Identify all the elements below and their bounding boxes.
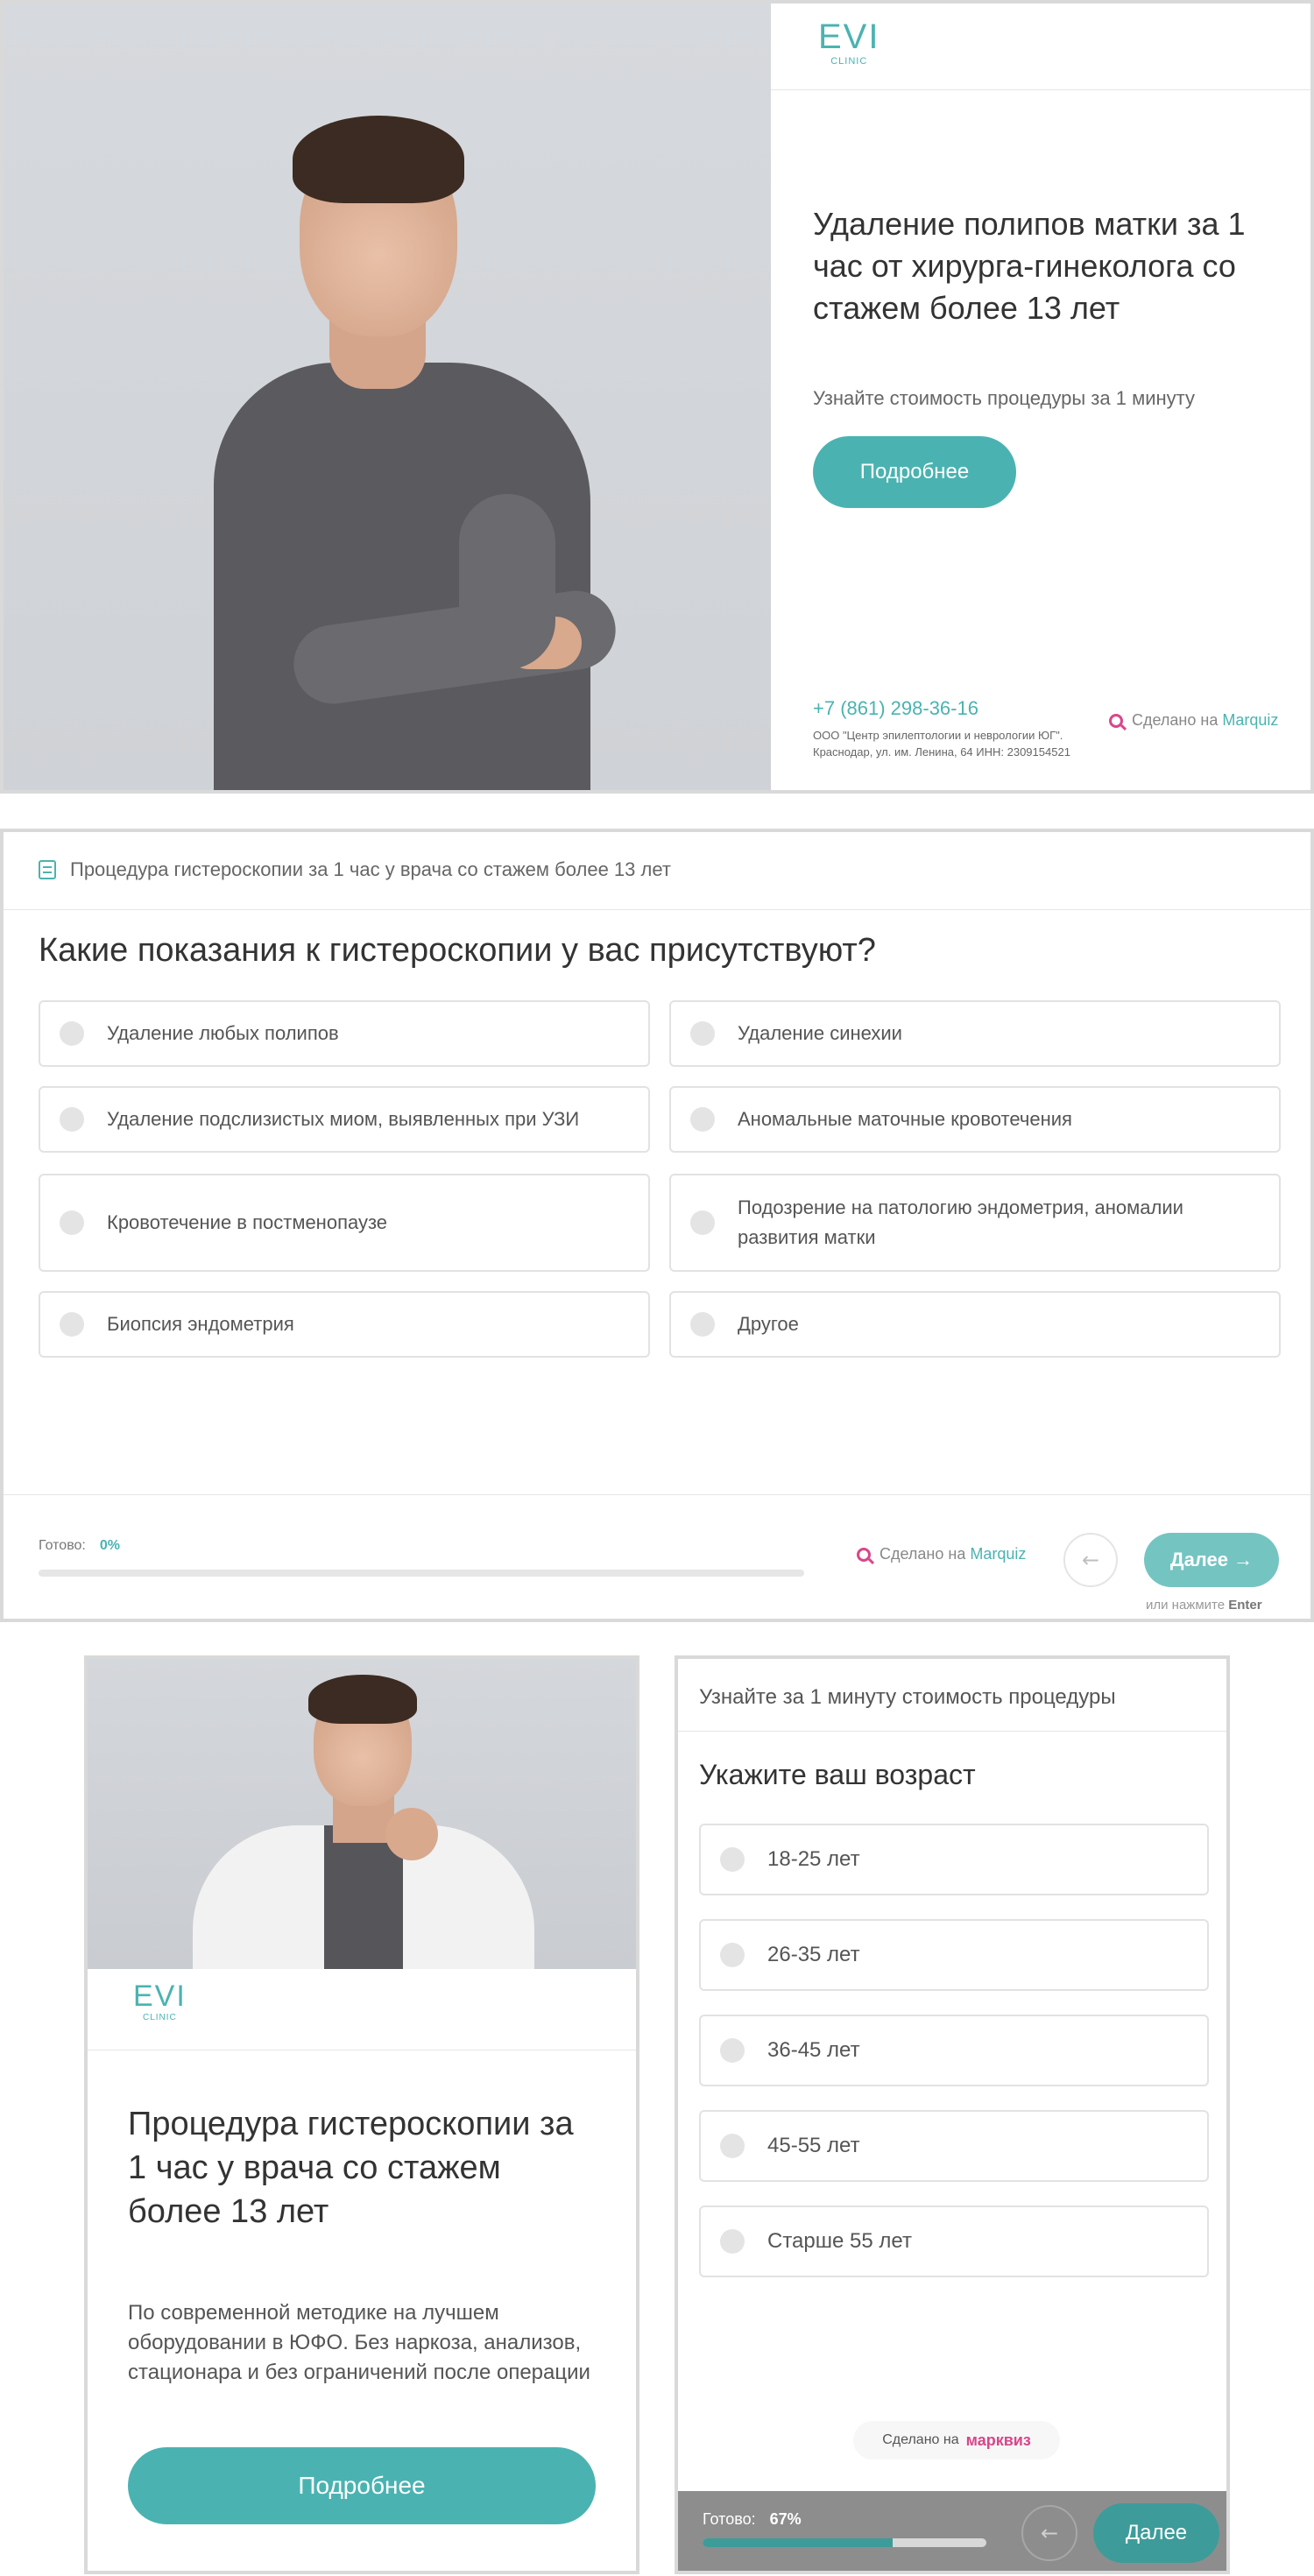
- radio-button[interactable]: [60, 1312, 84, 1337]
- document-icon: [39, 860, 56, 879]
- arrow-right-icon: →: [1233, 1549, 1254, 1570]
- company-info: ООО "Центр эпилептологии и неврологии ЮГ…: [813, 729, 1070, 759]
- made-with-marquiz[interactable]: Сделано на марквиз: [853, 2421, 1060, 2460]
- made-with-marquiz[interactable]: Сделано на Marquiz: [1109, 711, 1278, 730]
- divider: [678, 1731, 1226, 1732]
- page-title: Удаление полипов матки за 1 час от хирур…: [813, 206, 1246, 326]
- next-button[interactable]: Далее: [1093, 2503, 1219, 2563]
- landing-hero-desktop: EVI CLINIC Удаление полипов матки за 1 ч…: [0, 0, 1314, 794]
- landing-hero-mobile: EVI CLINIC Процедура гистероскопии за 1 …: [84, 1655, 639, 2574]
- radio-button[interactable]: [720, 1847, 745, 1872]
- radio-button[interactable]: [720, 2038, 745, 2063]
- radio-button[interactable]: [720, 1943, 745, 1967]
- option-remove-synechia[interactable]: Удаление синехии: [669, 1000, 1281, 1067]
- progress-label: Готово: 67%: [703, 2510, 802, 2528]
- radio-button[interactable]: [720, 2134, 745, 2158]
- option-age-26-35[interactable]: 26-35 лет: [699, 1919, 1209, 1991]
- progress-bar: [703, 2538, 986, 2547]
- radio-button[interactable]: [690, 1210, 715, 1235]
- arrow-left-icon: ←: [1081, 1548, 1100, 1572]
- hero-content: EVI CLINIC Удаление полипов матки за 1 ч…: [771, 4, 1310, 790]
- progress-label: Готово: 0%: [39, 1538, 120, 1553]
- radio-button[interactable]: [720, 2229, 745, 2254]
- option-other[interactable]: Другое: [669, 1291, 1281, 1358]
- page-description: По современной методике на лучшем оборуд…: [128, 2301, 590, 2384]
- more-button[interactable]: Подробнее: [128, 2447, 596, 2524]
- marquiz-icon: [1109, 713, 1123, 728]
- quiz-question: Какие показания к гистероскопии у вас пр…: [39, 932, 876, 969]
- option-age-18-25[interactable]: 18-25 лет: [699, 1824, 1209, 1895]
- option-postmenopause-bleeding[interactable]: Кровотечение в постменопаузе: [39, 1174, 650, 1272]
- marquiz-icon: [857, 1547, 871, 1562]
- back-button[interactable]: ←: [1063, 1533, 1118, 1587]
- quiz-header: Узнайте за 1 минуту стоимость процедуры: [699, 1685, 1116, 1709]
- page-title: Процедура гистероскопии за 1 час у врача…: [128, 2106, 574, 2230]
- progress-fill: [703, 2538, 894, 2547]
- divider: [771, 89, 1310, 90]
- made-with-marquiz[interactable]: Сделано на Marquiz: [857, 1545, 1026, 1563]
- arrow-left-icon: ←: [1040, 2521, 1059, 2545]
- radio-button[interactable]: [690, 1312, 715, 1337]
- divider: [4, 1494, 1310, 1495]
- evi-clinic-logo: EVI CLINIC: [818, 18, 880, 67]
- option-remove-myomas[interactable]: Удаление подслизистых миом, выявленных п…: [39, 1086, 650, 1153]
- option-age-55-plus[interactable]: Старше 55 лет: [699, 2205, 1209, 2277]
- evi-clinic-logo: EVI CLINIC: [133, 1980, 187, 2022]
- divider: [4, 909, 1310, 910]
- quiz-step-mobile: Узнайте за 1 минуту стоимость процедуры …: [675, 1655, 1230, 2574]
- radio-button[interactable]: [690, 1021, 715, 1046]
- doctor-photo: [4, 4, 771, 790]
- back-button[interactable]: ←: [1021, 2505, 1077, 2561]
- radio-button[interactable]: [60, 1021, 84, 1046]
- option-endometrium-pathology[interactable]: Подозрение на патологию эндометрия, аном…: [669, 1174, 1281, 1272]
- option-abnormal-bleeding[interactable]: Аномальные маточные кровотечения: [669, 1086, 1281, 1153]
- option-remove-polyps[interactable]: Удаление любых полипов: [39, 1000, 650, 1067]
- option-age-36-45[interactable]: 36-45 лет: [699, 2015, 1209, 2086]
- enter-hint: или нажмите Enter: [1146, 1598, 1262, 1613]
- quiz-question: Укажите ваш возраст: [699, 1759, 976, 1790]
- progress-bar: [39, 1570, 804, 1577]
- option-biopsy[interactable]: Биопсия эндометрия: [39, 1291, 650, 1358]
- doctor-photo: [88, 1659, 636, 1969]
- quiz-step-desktop: Процедура гистероскопии за 1 час у врача…: [0, 829, 1314, 1622]
- option-age-45-55[interactable]: 45-55 лет: [699, 2110, 1209, 2182]
- next-button[interactable]: Далее →: [1144, 1533, 1279, 1587]
- radio-button[interactable]: [690, 1107, 715, 1132]
- more-button[interactable]: Подробнее: [813, 436, 1016, 508]
- phone-link[interactable]: +7 (861) 298-36-16: [813, 697, 978, 720]
- radio-button[interactable]: [60, 1107, 84, 1132]
- radio-button[interactable]: [60, 1210, 84, 1235]
- page-subtitle: Узнайте стоимость процедуры за 1 минуту: [813, 387, 1195, 409]
- quiz-header: Процедура гистероскопии за 1 час у врача…: [39, 858, 671, 881]
